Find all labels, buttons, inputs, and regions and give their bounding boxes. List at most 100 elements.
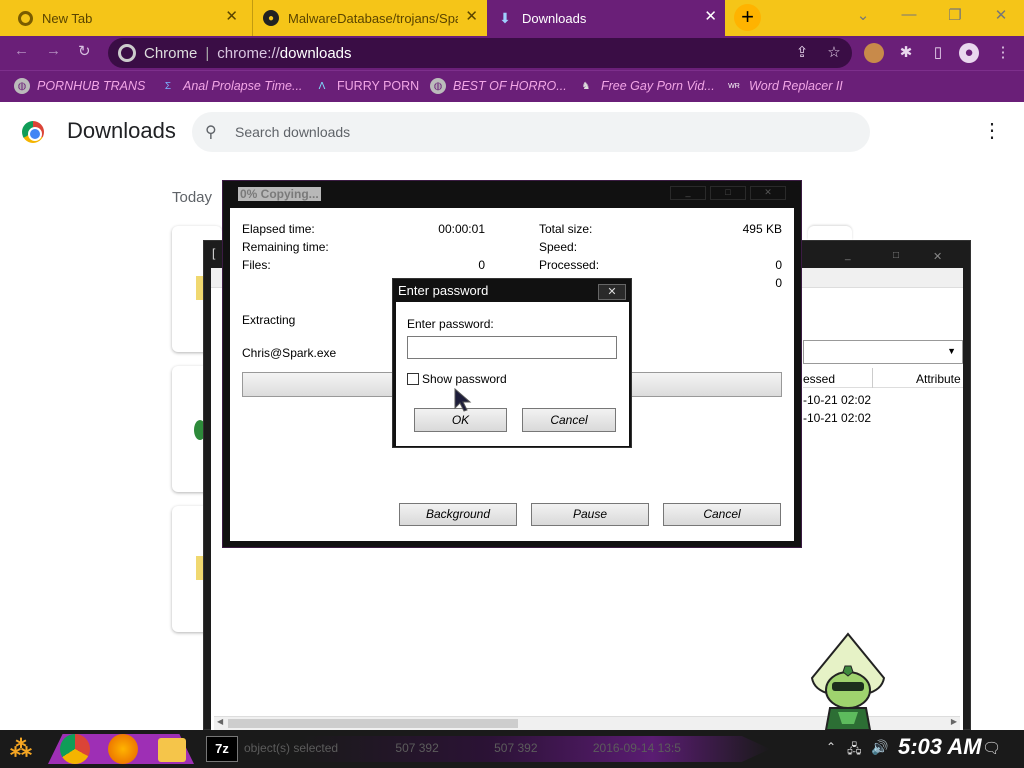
fm-minimize-button[interactable]: _: [845, 250, 851, 261]
bookmark-item[interactable]: ♞ Free Gay Porn Vid...: [578, 78, 715, 94]
password-dialog-close-button[interactable]: ✕: [598, 284, 626, 300]
restore-button[interactable]: ❐: [945, 6, 965, 24]
globe-icon: ◍: [430, 78, 446, 94]
password-field-label: Enter password:: [407, 317, 494, 331]
processed-label: Processed:: [539, 258, 600, 272]
reload-icon[interactable]: ↻: [78, 42, 91, 60]
network-icon[interactable]: 🖧: [847, 740, 862, 762]
total-size-value: 495 KB: [742, 222, 782, 236]
tab-search-icon[interactable]: ⌄: [853, 6, 873, 24]
scroll-left-icon[interactable]: ◀: [217, 717, 223, 726]
share-icon[interactable]: ⇪: [792, 43, 812, 63]
tab-label: MalwareDatabase/trojans/Spa: [288, 10, 458, 26]
tab-close-icon[interactable]: ✕: [465, 9, 478, 25]
file-explorer-icon[interactable]: [158, 738, 186, 762]
file-row-date[interactable]: -10-21 02:02: [803, 411, 871, 425]
status-selected: object(s) selected: [244, 741, 339, 755]
mouse-cursor-icon: [454, 388, 472, 412]
7zip-icon[interactable]: 7z: [206, 736, 238, 762]
tab-label: New Tab: [42, 10, 93, 26]
tab-new-tab[interactable]: New Tab ✕: [8, 0, 246, 36]
password-dialog-title: Enter password: [398, 283, 489, 298]
download-card-edge: [808, 226, 852, 240]
bookmark-item[interactable]: Σ Anal Prolapse Time...: [160, 78, 302, 94]
current-file-name: Chris@Spark.exe: [242, 346, 337, 360]
extension-avatar-icon[interactable]: [864, 43, 884, 63]
background-button[interactable]: Background: [399, 503, 517, 526]
address-separator: |: [205, 44, 210, 62]
extensions-puzzle-icon[interactable]: ✱: [896, 43, 916, 63]
volume-icon[interactable]: 🔊: [871, 739, 888, 756]
address-bar[interactable]: Chrome | chrome:// downloads: [108, 38, 852, 68]
dialog-title: 0% Copying...: [238, 187, 321, 201]
elapsed-time-value: 00:00:01: [438, 222, 485, 236]
bookmark-label: PORNHUB TRANS: [37, 79, 146, 93]
cancel-extract-button[interactable]: Cancel: [663, 503, 781, 526]
page-title: Downloads: [67, 118, 176, 143]
pause-button[interactable]: Pause: [531, 503, 649, 526]
status-size: 507 392: [395, 741, 439, 755]
close-window-button[interactable]: ✕: [991, 6, 1011, 24]
column-header-processed[interactable]: essed: [803, 372, 835, 386]
show-password-label[interactable]: Show password: [422, 372, 507, 386]
firefox-icon[interactable]: [108, 734, 138, 764]
window-title-fragment: [: [212, 246, 216, 260]
bookmark-label: FURRY PORN: [337, 79, 420, 93]
password-input[interactable]: [407, 336, 617, 359]
scroll-right-icon[interactable]: ▶: [951, 717, 957, 726]
bookmark-item[interactable]: WR Word Replacer II: [726, 78, 843, 94]
remaining-time-label: Remaining time:: [242, 240, 329, 254]
bookmark-item[interactable]: ◍ PORNHUB TRANS: [14, 78, 145, 94]
notifications-icon[interactable]: 🗨: [982, 739, 1001, 757]
file-row-date[interactable]: -10-21 02:02: [803, 393, 871, 407]
bookmark-item[interactable]: Λ FURRY PORN: [314, 78, 420, 94]
chrome-menu-icon[interactable]: ⋮: [993, 43, 1013, 63]
taskbar-clock[interactable]: 5:03 AM: [898, 734, 982, 760]
word-replacer-icon: WR: [728, 82, 740, 90]
dialog-maximize-button[interactable]: □: [710, 186, 746, 200]
tab-close-icon[interactable]: ✕: [225, 9, 238, 25]
column-header-attributes[interactable]: Attribute: [916, 372, 961, 386]
download-icon: ⬇: [499, 9, 511, 26]
tab-close-icon[interactable]: ✕: [704, 9, 717, 25]
fm-maximize-button[interactable]: □: [893, 250, 899, 261]
search-box[interactable]: ⚲: [192, 112, 870, 152]
chrome-icon[interactable]: [60, 734, 90, 764]
back-icon[interactable]: ←: [14, 42, 29, 59]
profile-icon[interactable]: ●: [959, 43, 979, 63]
search-input[interactable]: [235, 124, 735, 140]
side-panel-icon[interactable]: ▯: [928, 43, 948, 63]
site-chip: Chrome: [144, 44, 198, 62]
dialog-close-button[interactable]: ✕: [750, 186, 786, 200]
tab-malware-database[interactable]: ● MalwareDatabase/trojans/Spa ✕: [252, 0, 486, 36]
url-scheme: chrome://: [217, 44, 280, 62]
tab-label: Downloads: [522, 10, 587, 26]
tab-downloads[interactable]: ⬇ Downloads ✕: [487, 0, 725, 36]
speed-label: Speed:: [539, 240, 578, 254]
bookmark-item[interactable]: ◍ BEST OF HORRO...: [430, 78, 567, 94]
bookmark-label: BEST OF HORRO...: [453, 79, 567, 93]
operation-label: Extracting: [242, 313, 296, 327]
dialog-minimize-button[interactable]: _: [670, 186, 706, 200]
scrollbar-thumb[interactable]: [228, 719, 518, 728]
fm-path-combo[interactable]: ▼: [803, 340, 963, 364]
more-menu-icon[interactable]: ⋮: [982, 120, 1002, 142]
new-tab-button[interactable]: +: [734, 4, 761, 31]
cancel-button[interactable]: Cancel: [522, 408, 616, 432]
minimize-button[interactable]: —: [899, 6, 919, 23]
fm-close-button[interactable]: ✕: [933, 250, 942, 263]
site-icon: Λ: [318, 80, 326, 92]
forward-icon[interactable]: →: [46, 42, 61, 59]
site-icon: Σ: [164, 80, 172, 92]
files-value: 0: [478, 258, 485, 272]
chrome-logo-icon: [22, 121, 44, 143]
start-button[interactable]: ⁂: [10, 734, 40, 764]
column-divider[interactable]: [872, 368, 873, 388]
bookmark-star-icon[interactable]: ☆: [824, 43, 844, 63]
site-icon: ♞: [581, 80, 591, 92]
dropdown-arrow-icon: ▼: [947, 346, 956, 356]
show-password-checkbox[interactable]: [407, 373, 419, 385]
date-section-heading: Today: [172, 189, 213, 206]
tray-expand-icon[interactable]: ⌃: [826, 740, 836, 754]
bookmark-label: Free Gay Porn Vid...: [601, 79, 715, 93]
